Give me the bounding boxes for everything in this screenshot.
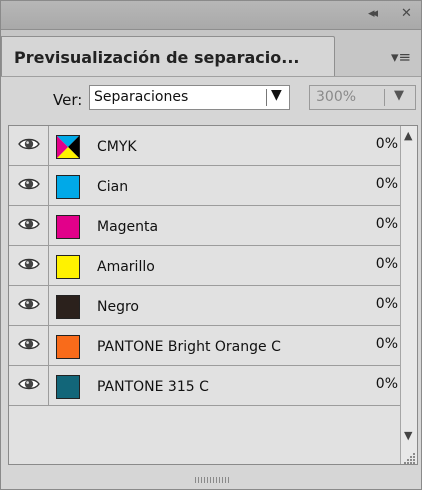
separation-name: Amarillo [97, 259, 155, 275]
separation-row[interactable]: PANTONE 315 C 0% [9, 366, 400, 406]
tab-separations-preview[interactable]: Previsualización de separacio... [1, 36, 335, 76]
separation-percent: 0% [375, 256, 398, 272]
eye-icon [18, 255, 40, 277]
separation-row[interactable]: Magenta 0% [9, 206, 400, 246]
eye-icon [18, 135, 40, 157]
color-swatch [56, 255, 80, 279]
separations-rows: CMYK 0% Cian 0% Magenta 0% Amarillo 0% Negro 0% PA… [9, 126, 400, 406]
color-swatch [56, 335, 80, 359]
close-icon[interactable]: ✕ [401, 6, 412, 21]
select-divider [266, 89, 267, 106]
separation-row[interactable]: PANTONE Bright Orange C 0% [9, 326, 400, 366]
separation-percent: 0% [375, 336, 398, 352]
tab-row: Previsualización de separacio... ▾≡ [1, 30, 421, 77]
view-label: Ver: [53, 91, 83, 109]
panel-bottom-bar [1, 467, 421, 489]
zoom-select[interactable]: 300% ▼ [309, 85, 416, 110]
separation-name: Magenta [97, 219, 159, 235]
separation-row[interactable]: Negro 0% [9, 286, 400, 326]
tab-title: Previsualización de separacio... [14, 48, 300, 67]
chevron-down-icon: ▼ [271, 87, 282, 103]
eye-icon [18, 175, 40, 197]
panel-title-bar: ◂◂ ✕ [1, 1, 421, 30]
color-swatch [56, 295, 80, 319]
zoom-value: 300% [316, 89, 357, 105]
collapse-icon[interactable]: ◂◂ [368, 6, 378, 21]
visibility-toggle[interactable] [9, 206, 49, 245]
view-mode-select[interactable]: Separaciones ▼ [89, 85, 290, 110]
separation-row[interactable]: Amarillo 0% [9, 246, 400, 286]
visibility-toggle[interactable] [9, 366, 49, 405]
separation-percent: 0% [375, 176, 398, 192]
separation-name: CMYK [97, 139, 137, 155]
zoom-divider [384, 89, 385, 106]
separation-percent: 0% [375, 216, 398, 232]
visibility-toggle[interactable] [9, 166, 49, 205]
panel-menu-icon[interactable]: ▾≡ [391, 48, 411, 66]
separation-name: Cian [97, 179, 129, 195]
color-swatch [56, 215, 80, 239]
separation-percent: 0% [375, 376, 398, 392]
visibility-toggle[interactable] [9, 286, 49, 325]
color-swatch [56, 135, 80, 159]
scroll-down-icon[interactable]: ▼ [404, 429, 412, 442]
eye-icon [18, 375, 40, 397]
color-swatch [56, 375, 80, 399]
separation-percent: 0% [375, 296, 398, 312]
scroll-up-icon[interactable]: ▲ [404, 129, 412, 142]
chevron-down-icon: ▼ [394, 88, 404, 103]
visibility-toggle[interactable] [9, 326, 49, 365]
separation-row[interactable]: CMYK 0% [9, 126, 400, 166]
color-swatch [56, 175, 80, 199]
separation-name: Negro [97, 299, 139, 315]
view-mode-value: Separaciones [94, 89, 189, 105]
scrollbar[interactable]: ▲ ▼ [400, 126, 417, 464]
visibility-toggle[interactable] [9, 126, 49, 165]
separation-name: PANTONE 315 C [97, 379, 209, 395]
separation-row[interactable]: Cian 0% [9, 166, 400, 206]
separation-name: PANTONE Bright Orange C [97, 339, 281, 355]
separations-preview-panel: ◂◂ ✕ Previsualización de separacio... ▾≡… [0, 0, 422, 490]
separations-list: CMYK 0% Cian 0% Magenta 0% Amarillo 0% Negro 0% PA… [8, 125, 418, 465]
view-row: Ver: Separaciones ▼ 300% ▼ [1, 77, 421, 117]
panel-resize-handle[interactable] [195, 477, 229, 483]
eye-icon [18, 335, 40, 357]
eye-icon [18, 215, 40, 237]
eye-icon [18, 295, 40, 317]
visibility-toggle[interactable] [9, 246, 49, 285]
separation-percent: 0% [375, 136, 398, 152]
resize-grip-icon[interactable] [404, 452, 416, 464]
